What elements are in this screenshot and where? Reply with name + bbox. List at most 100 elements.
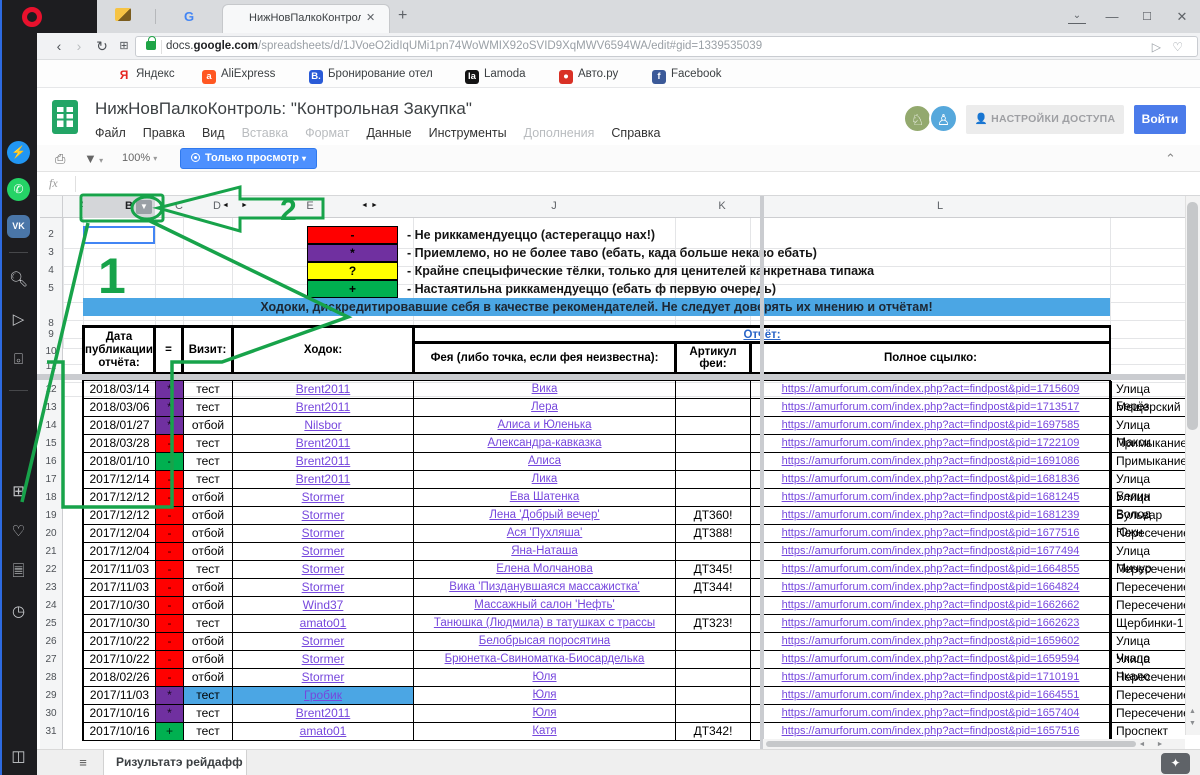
sheet-tab[interactable]: Ризультатэ рейдафф ▾ — [103, 750, 247, 775]
row-number-25[interactable]: 25 — [40, 618, 62, 629]
scroll-down-icon[interactable]: ▼ — [1187, 720, 1198, 728]
row-number-8[interactable]: 8 — [40, 318, 62, 329]
row-number-16[interactable]: 16 — [40, 456, 62, 467]
panel-toggle-icon[interactable]: ◫ — [7, 745, 30, 768]
zoom-select[interactable]: 100% ▾ — [122, 149, 157, 168]
back-icon[interactable]: ‹ — [49, 36, 69, 56]
tab-image[interactable] — [104, 6, 142, 28]
whatsapp-icon[interactable]: ✆ — [7, 178, 30, 201]
report-post-link[interactable]: https://amurforum.com/index.php?act=find… — [782, 509, 1080, 521]
report-post-link[interactable]: https://amurforum.com/index.php?act=find… — [782, 581, 1080, 593]
messenger-icon[interactable]: ⚡ — [7, 141, 30, 164]
hodok-link[interactable]: Brent2011 — [296, 400, 351, 414]
tab-menu-icon[interactable]: ⌄ — [1068, 11, 1086, 24]
bookmark-Яндекс[interactable]: ЯЯндекс — [117, 64, 175, 84]
feya-link[interactable]: Алиса и Юленька — [498, 419, 592, 431]
report-post-link[interactable]: https://amurforum.com/index.php?act=find… — [782, 455, 1080, 467]
view-only-button[interactable]: Только просмотр ▾ — [180, 148, 317, 169]
report-post-link[interactable]: https://amurforum.com/index.php?act=find… — [782, 437, 1080, 449]
column-b-filter-dropdown-icon[interactable]: ▼ — [136, 200, 152, 214]
bookmark-Facebook[interactable]: fFacebook — [652, 64, 722, 84]
tab-google[interactable]: G — [170, 6, 208, 28]
row-number-11[interactable]: 11 — [40, 361, 62, 372]
flow-icon[interactable]: ▷ — [7, 308, 30, 331]
report-post-link[interactable]: https://amurforum.com/index.php?act=find… — [782, 563, 1080, 575]
row-number-10[interactable]: 10 — [40, 346, 62, 357]
row-number-30[interactable]: 30 — [40, 708, 62, 719]
report-post-link[interactable]: https://amurforum.com/index.php?act=find… — [782, 617, 1080, 629]
bookmark-Lamoda[interactable]: laLamoda — [465, 64, 526, 84]
row-number-27[interactable]: 27 — [40, 654, 62, 665]
snapshot-icon[interactable]: ⌻ — [7, 348, 30, 371]
maximize-icon[interactable]: ☐ — [1138, 8, 1156, 26]
feya-link[interactable]: Белобрысая поросятина — [479, 635, 610, 647]
report-post-link[interactable]: https://amurforum.com/index.php?act=find… — [782, 527, 1080, 539]
hodok-link[interactable]: Stormer — [302, 670, 345, 684]
hodok-link[interactable]: Stormer — [302, 526, 345, 540]
history-icon[interactable]: ◷ — [7, 600, 30, 623]
feya-link[interactable]: Александра-кавказка — [487, 437, 601, 449]
row-number-9[interactable]: 9 — [40, 329, 62, 340]
row-number-29[interactable]: 29 — [40, 690, 62, 701]
report-post-link[interactable]: https://amurforum.com/index.php?act=find… — [782, 383, 1080, 395]
report-post-link[interactable]: https://amurforum.com/index.php?act=find… — [782, 671, 1080, 683]
row-number-23[interactable]: 23 — [40, 582, 62, 593]
feya-link[interactable]: Вика 'Пизданувшаяся массажистка' — [449, 581, 639, 593]
column-letter-L[interactable]: L — [930, 200, 950, 212]
row-number-21[interactable]: 21 — [40, 546, 62, 557]
row-number-12[interactable]: 12 — [40, 384, 62, 395]
row-number-18[interactable]: 18 — [40, 492, 62, 503]
menu-Данные[interactable]: Данные — [366, 126, 411, 140]
report-post-link[interactable]: https://amurforum.com/index.php?act=find… — [782, 401, 1080, 413]
frozen-cols-divider[interactable] — [760, 196, 764, 749]
row-number-14[interactable]: 14 — [40, 420, 62, 431]
filter-icon[interactable]: ▼ ▾ — [84, 149, 103, 170]
send-to-flow-icon[interactable]: ▷ — [1152, 40, 1161, 54]
hodok-link[interactable]: Stormer — [302, 544, 345, 558]
search-icon[interactable]: 🔍︎ — [7, 268, 30, 291]
tab-close-icon[interactable]: ✕ — [366, 11, 375, 24]
document-title[interactable]: НижНовПалкоКонтроль: "Контрольная Закупк… — [95, 99, 472, 119]
selected-cell-b2[interactable] — [83, 226, 155, 244]
menu-Вид[interactable]: Вид — [202, 126, 225, 140]
feya-link[interactable]: Катя — [532, 725, 556, 737]
report-post-link[interactable]: https://amurforum.com/index.php?act=find… — [782, 725, 1080, 737]
hodok-link[interactable]: Brent2011 — [296, 472, 351, 486]
explore-button[interactable]: ✦ — [1161, 753, 1190, 774]
select-all-corner[interactable] — [40, 196, 63, 218]
bookmarks-heart-icon[interactable]: ♡ — [7, 520, 30, 543]
column-letter-K[interactable]: K — [712, 200, 732, 212]
vertical-scrollbar-thumb[interactable] — [1187, 202, 1198, 430]
row-number-15[interactable]: 15 — [40, 438, 62, 449]
report-post-link[interactable]: https://amurforum.com/index.php?act=find… — [782, 473, 1080, 485]
bookmark-Авто.ру[interactable]: ●Авто.ру — [559, 64, 618, 84]
menu-Файл[interactable]: Файл — [95, 126, 126, 140]
row-number-26[interactable]: 26 — [40, 636, 62, 647]
hodok-link[interactable]: Brent2011 — [296, 382, 351, 396]
row-number-31[interactable]: 31 — [40, 726, 62, 737]
row-number-20[interactable]: 20 — [40, 528, 62, 539]
hodok-link[interactable]: amato01 — [300, 724, 347, 738]
hodok-link[interactable]: Brent2011 — [296, 436, 351, 450]
close-icon[interactable]: ✕ — [1173, 8, 1191, 26]
opera-menu-button[interactable] — [22, 7, 42, 27]
print-icon[interactable]: ⎙ — [55, 149, 65, 168]
hodok-link[interactable]: Wind37 — [303, 598, 344, 612]
feya-link[interactable]: Брюнетка-Свиноматка-Биосарделька — [445, 653, 645, 665]
row-number-22[interactable]: 22 — [40, 564, 62, 575]
report-post-link[interactable]: https://amurforum.com/index.php?act=find… — [782, 689, 1080, 701]
column-letter-E[interactable]: E — [300, 200, 320, 212]
tab-active[interactable]: НижНовПалкоКонтроль: ✕ — [222, 4, 390, 33]
new-tab-button[interactable]: + — [398, 7, 407, 25]
row-number-17[interactable]: 17 — [40, 474, 62, 485]
forward-icon[interactable]: › — [69, 36, 89, 56]
report-post-link[interactable]: https://amurforum.com/index.php?act=find… — [782, 635, 1080, 647]
feya-link[interactable]: Ева Шатенка — [510, 491, 580, 503]
reload-icon[interactable]: ↻ — [92, 36, 112, 56]
horizontal-scrollbar-thumb[interactable] — [766, 741, 1136, 747]
report-post-link[interactable]: https://amurforum.com/index.php?act=find… — [782, 653, 1080, 665]
report-post-link[interactable]: https://amurforum.com/index.php?act=find… — [782, 491, 1080, 503]
column-letter-C[interactable]: C — [169, 200, 189, 212]
scroll-up-icon[interactable]: ▲ — [1187, 708, 1198, 716]
feya-link[interactable]: Лера — [531, 401, 558, 413]
